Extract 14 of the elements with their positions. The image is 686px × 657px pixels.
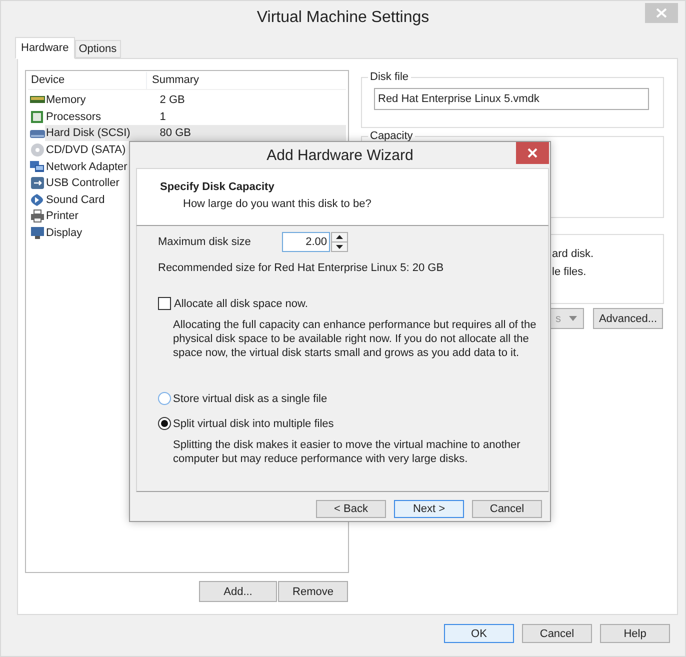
summary-cell-text: 2 GB bbox=[158, 93, 186, 108]
summary-cell-text: 1 bbox=[158, 110, 167, 125]
description-text: Splitting the disk makes it easier to move the virtual machine to another computer but may reduce performance with very large disks. bbox=[173, 438, 522, 466]
recommended-size-text: Recommended size for Red Hat Enterprise Linux 5: 20 GB bbox=[158, 261, 445, 275]
field-label: Maximum disk size bbox=[158, 236, 252, 248]
dialog-title: Add Hardware Wizard bbox=[266, 146, 414, 164]
group-legend: Disk file bbox=[368, 72, 411, 83]
group-legend: Capacity bbox=[368, 131, 415, 142]
step-heading: Specify Disk Capacity bbox=[160, 180, 276, 194]
step-subheading: How large do you want this disk to be? bbox=[182, 197, 372, 211]
info-text: ard disk. bbox=[552, 247, 595, 261]
summary-cell: 80 GB bbox=[146, 125, 346, 142]
info-text: le files. bbox=[552, 265, 588, 279]
window-title: Virtual Machine Settings bbox=[256, 8, 430, 26]
